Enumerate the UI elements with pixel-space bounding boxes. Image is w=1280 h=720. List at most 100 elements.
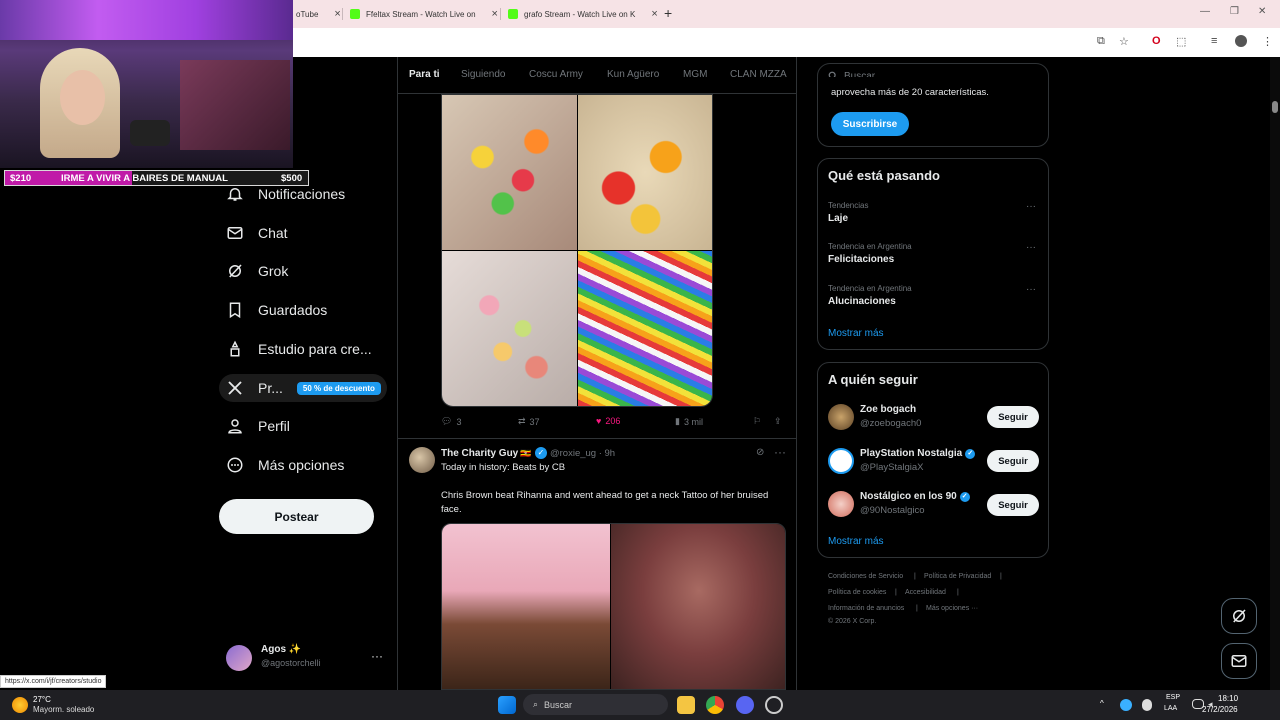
- post-button[interactable]: Postear: [219, 499, 374, 534]
- tab-kun-aguero[interactable]: Kun Agüero: [607, 69, 659, 80]
- sidepanel-icon[interactable]: ≡: [1211, 35, 1217, 47]
- trend-item[interactable]: Laje: [828, 213, 848, 224]
- footer-link[interactable]: Información de anuncios: [828, 605, 904, 612]
- discount-badge: 50 % de descuento: [296, 381, 381, 395]
- follow-button[interactable]: Seguir: [987, 494, 1039, 516]
- scrollbar[interactable]: [1270, 57, 1280, 690]
- repost-button[interactable]: ⇄ 37: [518, 416, 540, 427]
- follow-name[interactable]: Zoe bogach: [860, 404, 916, 415]
- account-switcher[interactable]: Agos ✨ @agostorchelli ···: [226, 643, 386, 673]
- nav-item-profile[interactable]: Perfil: [226, 413, 290, 439]
- new-tab-button[interactable]: +: [664, 5, 672, 21]
- mic-icon[interactable]: [1142, 699, 1152, 711]
- close-icon[interactable]: ×: [492, 8, 498, 20]
- browser-tab[interactable]: oTube ×: [296, 4, 341, 24]
- tab-para-ti[interactable]: Para ti: [409, 69, 440, 80]
- follow-handle: @zoebogach0: [860, 418, 922, 429]
- app-icon[interactable]: [765, 696, 783, 714]
- messages-floating-button[interactable]: [1221, 643, 1257, 679]
- grok-floating-button[interactable]: [1221, 598, 1257, 634]
- goal-text: IRME A VIVIR A BAIRES DE MANUAL: [61, 173, 228, 184]
- profile-icon[interactable]: [1235, 35, 1247, 47]
- windows-start-icon[interactable]: [498, 696, 516, 714]
- tweet-image-grid[interactable]: [441, 94, 713, 407]
- follow-name[interactable]: Nostálgico en los 90 ✓: [860, 491, 970, 502]
- tab-coscu-army[interactable]: Coscu Army: [529, 69, 583, 80]
- grok-icon[interactable]: ⊘: [756, 447, 764, 458]
- browser-menu-icon[interactable]: ⋮: [1262, 35, 1273, 48]
- tweet-image[interactable]: [441, 523, 786, 690]
- tab-mgm[interactable]: MGM: [683, 69, 707, 80]
- chevron-up-icon[interactable]: ^: [1100, 699, 1110, 709]
- discord-icon[interactable]: [736, 696, 754, 714]
- footer-link[interactable]: Política de cookies: [828, 589, 886, 596]
- nav-item-bookmarks[interactable]: Guardados: [226, 297, 327, 323]
- extensions-icon[interactable]: ⬚: [1176, 35, 1186, 48]
- status-url: https://x.com/i/jf/creators/studio: [0, 675, 107, 688]
- star-icon[interactable]: ☆: [1119, 35, 1129, 48]
- tab-siguiendo[interactable]: Siguiendo: [461, 69, 505, 80]
- nav-item-more[interactable]: Más opciones: [226, 452, 344, 478]
- language-indicator[interactable]: ESP: [1166, 694, 1180, 701]
- follow-name[interactable]: PlayStation Nostalgia ✓: [860, 448, 976, 459]
- taskbar-search[interactable]: ⌕ Buscar: [523, 694, 668, 715]
- weather-desc[interactable]: Mayorm. soleado: [33, 705, 94, 714]
- close-icon[interactable]: ×: [651, 8, 657, 20]
- share-button[interactable]: ⇪: [774, 416, 782, 427]
- folder-icon[interactable]: [677, 696, 695, 714]
- language-indicator[interactable]: LAA: [1164, 705, 1177, 712]
- more-icon[interactable]: ···: [774, 445, 786, 459]
- tweet-author-name[interactable]: The Charity Guy: [441, 448, 518, 459]
- clock-date[interactable]: 27/2/2026: [1202, 705, 1238, 714]
- minimize-icon[interactable]: —: [1200, 6, 1210, 17]
- like-button[interactable]: ♥ 206: [596, 416, 620, 426]
- tab-clan-mzza[interactable]: CLAN MZZA: [730, 69, 787, 80]
- window-close-icon[interactable]: ✕: [1258, 6, 1266, 17]
- browser-tab[interactable]: Ffeltax Stream - Watch Live on ×: [350, 4, 498, 24]
- avatar[interactable]: [828, 404, 854, 430]
- close-icon[interactable]: ×: [334, 8, 340, 20]
- trend-item[interactable]: Felicitaciones: [828, 254, 894, 265]
- avatar[interactable]: [409, 447, 435, 473]
- show-more-link[interactable]: Mostrar más: [828, 536, 884, 547]
- follow-button[interactable]: Seguir: [987, 450, 1039, 472]
- more-icon[interactable]: ···: [1026, 242, 1036, 253]
- nav-item-chat[interactable]: Chat: [226, 220, 288, 246]
- heart-icon: ♥: [596, 416, 602, 426]
- subscribe-button[interactable]: Suscribirse: [831, 112, 909, 136]
- more-icon[interactable]: ···: [1026, 284, 1036, 295]
- scrollbar-thumb[interactable]: [1272, 101, 1278, 113]
- nav-label: Perfil: [258, 418, 290, 434]
- tray-icon[interactable]: [1120, 699, 1132, 711]
- clock-time[interactable]: 18:10: [1218, 694, 1238, 703]
- browser-tab[interactable]: grafo Stream - Watch Live on K ×: [508, 4, 658, 24]
- tweet-author-handle[interactable]: @roxie_ug · 9h: [550, 448, 615, 459]
- kick-icon: [508, 9, 518, 19]
- more-icon[interactable]: ···: [1026, 201, 1036, 212]
- footer-link[interactable]: Condiciones de Servicio: [828, 573, 903, 580]
- avatar[interactable]: [828, 448, 854, 474]
- nav-item-premium[interactable]: Pr... 50 % de descuento: [226, 375, 381, 401]
- more-icon[interactable]: ···: [371, 649, 383, 663]
- bookmark-button[interactable]: ⚐: [753, 416, 761, 427]
- maximize-icon[interactable]: ❐: [1230, 6, 1239, 17]
- show-more-link[interactable]: Mostrar más: [828, 328, 884, 339]
- weather-temp[interactable]: 27°C: [33, 695, 51, 704]
- avatar[interactable]: [828, 491, 854, 517]
- weather-icon[interactable]: [12, 697, 28, 713]
- trend-item[interactable]: Alucinaciones: [828, 296, 896, 307]
- kick-icon: [350, 9, 360, 19]
- follow-name-text: PlayStation Nostalgia: [860, 448, 963, 459]
- chrome-icon[interactable]: [706, 696, 724, 714]
- nav-item-grok[interactable]: Grok: [226, 258, 288, 284]
- footer-link[interactable]: Política de Privacidad: [924, 573, 991, 580]
- who-to-follow-card: A quién seguir Zoe bogach @zoebogach0 Se…: [817, 362, 1049, 558]
- footer-link[interactable]: Más opciones ···: [926, 605, 978, 612]
- footer-link[interactable]: Accesibilidad: [905, 589, 946, 596]
- views-button[interactable]: ▮ 3 mil: [675, 416, 703, 427]
- follow-button[interactable]: Seguir: [987, 406, 1039, 428]
- install-icon[interactable]: ⧉: [1097, 35, 1105, 48]
- opera-icon[interactable]: O: [1152, 35, 1161, 47]
- reply-button[interactable]: 💬︎ 3: [441, 416, 461, 427]
- nav-item-studio[interactable]: Estudio para cre...: [226, 336, 372, 362]
